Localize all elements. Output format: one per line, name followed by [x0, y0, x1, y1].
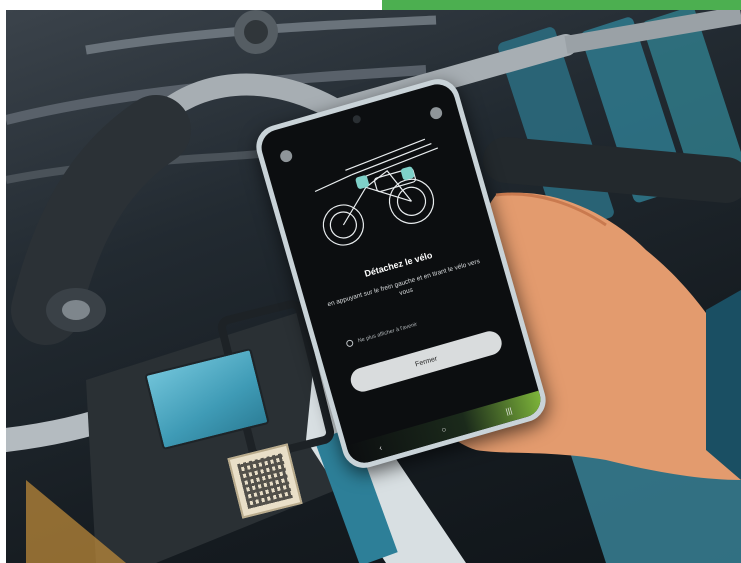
recents-icon[interactable]: ||| [505, 405, 513, 415]
dont-show-again-label: Ne plus afficher à l'avenir [357, 321, 418, 344]
front-camera [351, 114, 362, 125]
back-dot-icon[interactable] [278, 148, 294, 164]
photo: Détachez le vélo en appuyant sur le frei… [6, 10, 741, 563]
back-icon[interactable]: ‹ [378, 443, 383, 452]
info-dot-icon[interactable] [428, 105, 444, 121]
dont-show-again-checkbox[interactable] [345, 338, 355, 348]
green-header-bar [382, 0, 741, 10]
home-icon[interactable]: ○ [440, 424, 447, 434]
bike-unlock-illustration [314, 138, 439, 246]
